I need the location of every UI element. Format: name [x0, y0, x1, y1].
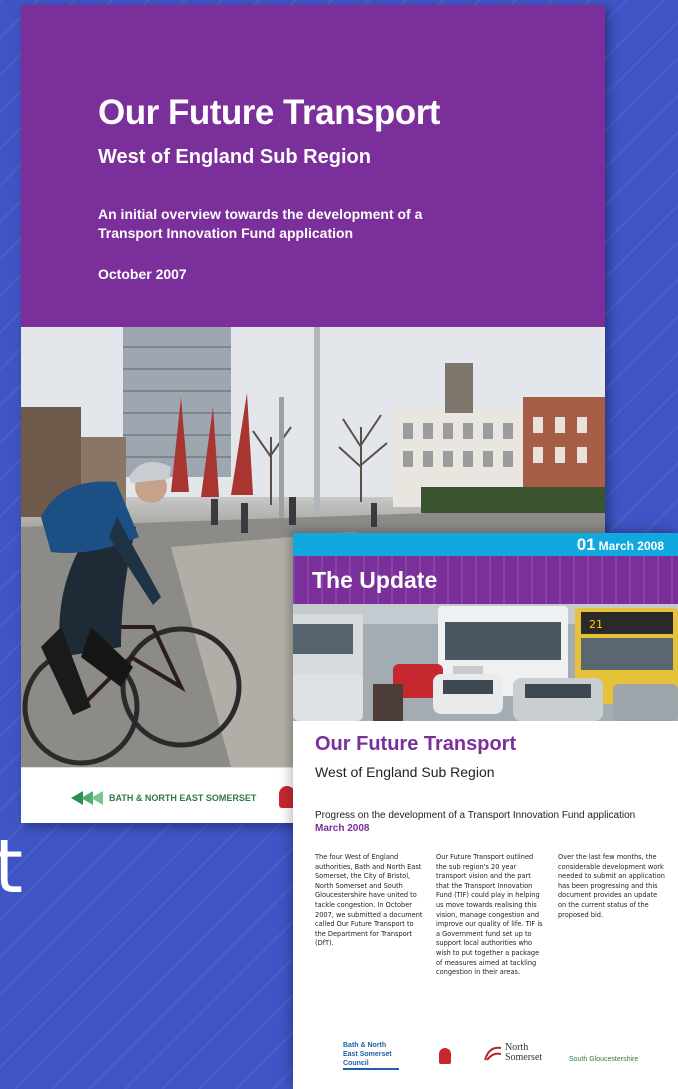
- bath-council-logo: Bath & North East Somerset Council: [343, 1041, 399, 1070]
- north-somerset-swirl-icon: [484, 1046, 502, 1061]
- body-column-2: Our Future Transport outlined the sub re…: [436, 853, 543, 977]
- issue-bar: 01 March 2008: [293, 533, 678, 556]
- progress-date: March 2008: [315, 823, 370, 834]
- update-title: The Update: [312, 567, 438, 593]
- cover-the-update: 01 March 2008 The Update 21 Our Future T…: [293, 533, 678, 1089]
- update-heading: Our Future Transport: [315, 733, 517, 755]
- body-column-1: The four West of England authorities, Ba…: [315, 853, 423, 948]
- progress-line: Progress on the development of a Transpo…: [315, 810, 636, 821]
- traffic-photo: 21: [293, 604, 678, 721]
- cover-date: October 2007: [98, 266, 187, 282]
- traffic-illustration: 21: [293, 604, 678, 721]
- cover-description: An initial overview towards the developm…: [98, 206, 423, 241]
- cover-subtitle: West of England Sub Region: [98, 146, 371, 168]
- background-letter: t: [0, 824, 24, 910]
- bath-logo-text: BATH & NORTH EAST SOMERSET: [109, 793, 257, 803]
- bath-logo-icon: [71, 791, 103, 805]
- north-somerset-line2: Somerset: [504, 1052, 543, 1063]
- issue-label: 01 March 2008: [577, 535, 664, 555]
- body-column-3: Over the last few months, the considerab…: [558, 853, 665, 919]
- cover-title: Our Future Transport: [98, 93, 440, 132]
- south-glos-logo: South Gloucestershire: [569, 1056, 639, 1063]
- update-subheading: West of England Sub Region: [315, 764, 495, 780]
- issue-number: 01: [576, 535, 596, 554]
- cover-header-band: Our Future Transport West of England Sub…: [21, 5, 605, 327]
- bath-nes-logo: BATH & NORTH EAST SOMERSET: [71, 789, 256, 807]
- bristol-logo-icon: [439, 1048, 451, 1064]
- issue-month: March 2008: [598, 539, 664, 553]
- svg-text:21: 21: [589, 618, 603, 631]
- north-somerset-logo: North Somerset: [483, 1043, 542, 1063]
